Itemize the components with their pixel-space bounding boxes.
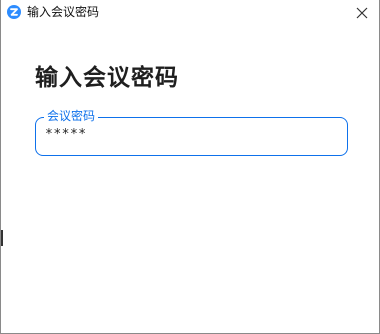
password-dialog-window: 输入会议密码 输入会议密码 会议密码 ***** <box>0 0 380 334</box>
password-input[interactable]: ***** <box>45 127 87 143</box>
meeting-password-field[interactable]: 会议密码 ***** <box>35 109 348 156</box>
dialog-heading: 输入会议密码 <box>35 65 179 91</box>
title-bar[interactable]: 输入会议密码 <box>1 0 379 26</box>
zoom-logo-icon <box>7 5 21 19</box>
close-icon <box>356 7 368 19</box>
password-field-label: 会议密码 <box>44 109 99 124</box>
window-title: 输入会议密码 <box>27 5 100 19</box>
close-button[interactable] <box>351 2 373 24</box>
background-window-edge <box>1 230 3 246</box>
